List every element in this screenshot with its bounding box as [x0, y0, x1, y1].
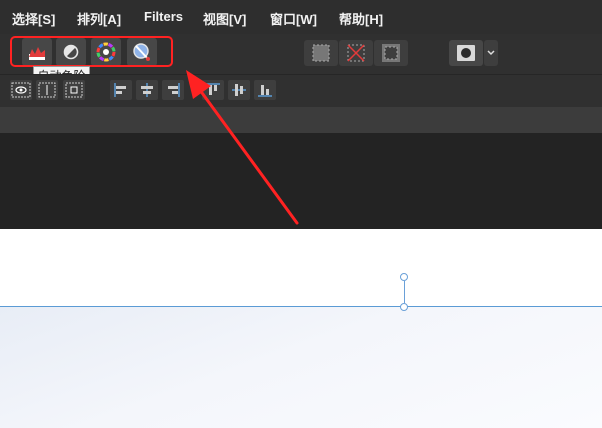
- align-top-button[interactable]: [202, 80, 224, 100]
- align-center-icon: [141, 83, 153, 97]
- menu-filters[interactable]: Filters: [144, 9, 183, 24]
- select-all-button[interactable]: [304, 40, 338, 66]
- menu-select[interactable]: 选择[S]: [12, 9, 55, 28]
- menu-help[interactable]: 帮助[H]: [339, 9, 383, 28]
- eye-icon: [11, 82, 31, 98]
- align-middle-button[interactable]: [228, 80, 250, 100]
- align-left-icon: [114, 83, 126, 97]
- invert-selection-icon: [382, 44, 400, 62]
- menu-window[interactable]: 窗口[W]: [270, 9, 317, 28]
- rotation-handle[interactable]: [400, 273, 408, 281]
- transform-origin-button[interactable]: [36, 80, 58, 100]
- align-bottom-icon: [258, 85, 272, 97]
- align-bottom-button[interactable]: [254, 80, 276, 100]
- align-right-icon: [168, 83, 180, 97]
- quick-mask-dropdown[interactable]: [484, 40, 498, 66]
- align-center-button[interactable]: [136, 80, 158, 100]
- align-left-button[interactable]: [110, 80, 132, 100]
- align-middle-icon: [232, 84, 246, 96]
- menu-bar: 选择[S] 排列[A] Filters 视图[V] 窗口[W] 帮助[H]: [0, 0, 602, 34]
- rotation-handle-stem: [404, 281, 405, 303]
- deselect-button[interactable]: [339, 40, 373, 66]
- menu-view[interactable]: 视图[V]: [203, 9, 246, 28]
- bounding-box-icon: [65, 82, 83, 98]
- deselect-icon: [347, 44, 365, 62]
- transform-handle[interactable]: [400, 303, 408, 311]
- align-right-button[interactable]: [162, 80, 184, 100]
- invert-selection-button[interactable]: [374, 40, 408, 66]
- secondary-toolbar: [0, 74, 602, 108]
- quick-mask-icon: [457, 45, 475, 61]
- bounding-box-button[interactable]: [63, 80, 85, 100]
- transform-origin-icon: [38, 82, 56, 98]
- selection-guide-line: [0, 306, 602, 307]
- highlight-box: [10, 36, 173, 67]
- view-mode-button[interactable]: [10, 80, 32, 100]
- quick-mask-button[interactable]: [449, 40, 483, 66]
- context-toolbar: [0, 107, 602, 133]
- canvas-background: [0, 133, 602, 229]
- menu-arrange[interactable]: 排列[A]: [77, 9, 121, 28]
- select-all-icon: [312, 44, 330, 62]
- image-layer[interactable]: [0, 307, 602, 428]
- align-top-icon: [206, 83, 220, 95]
- chevron-down-icon: [487, 50, 495, 56]
